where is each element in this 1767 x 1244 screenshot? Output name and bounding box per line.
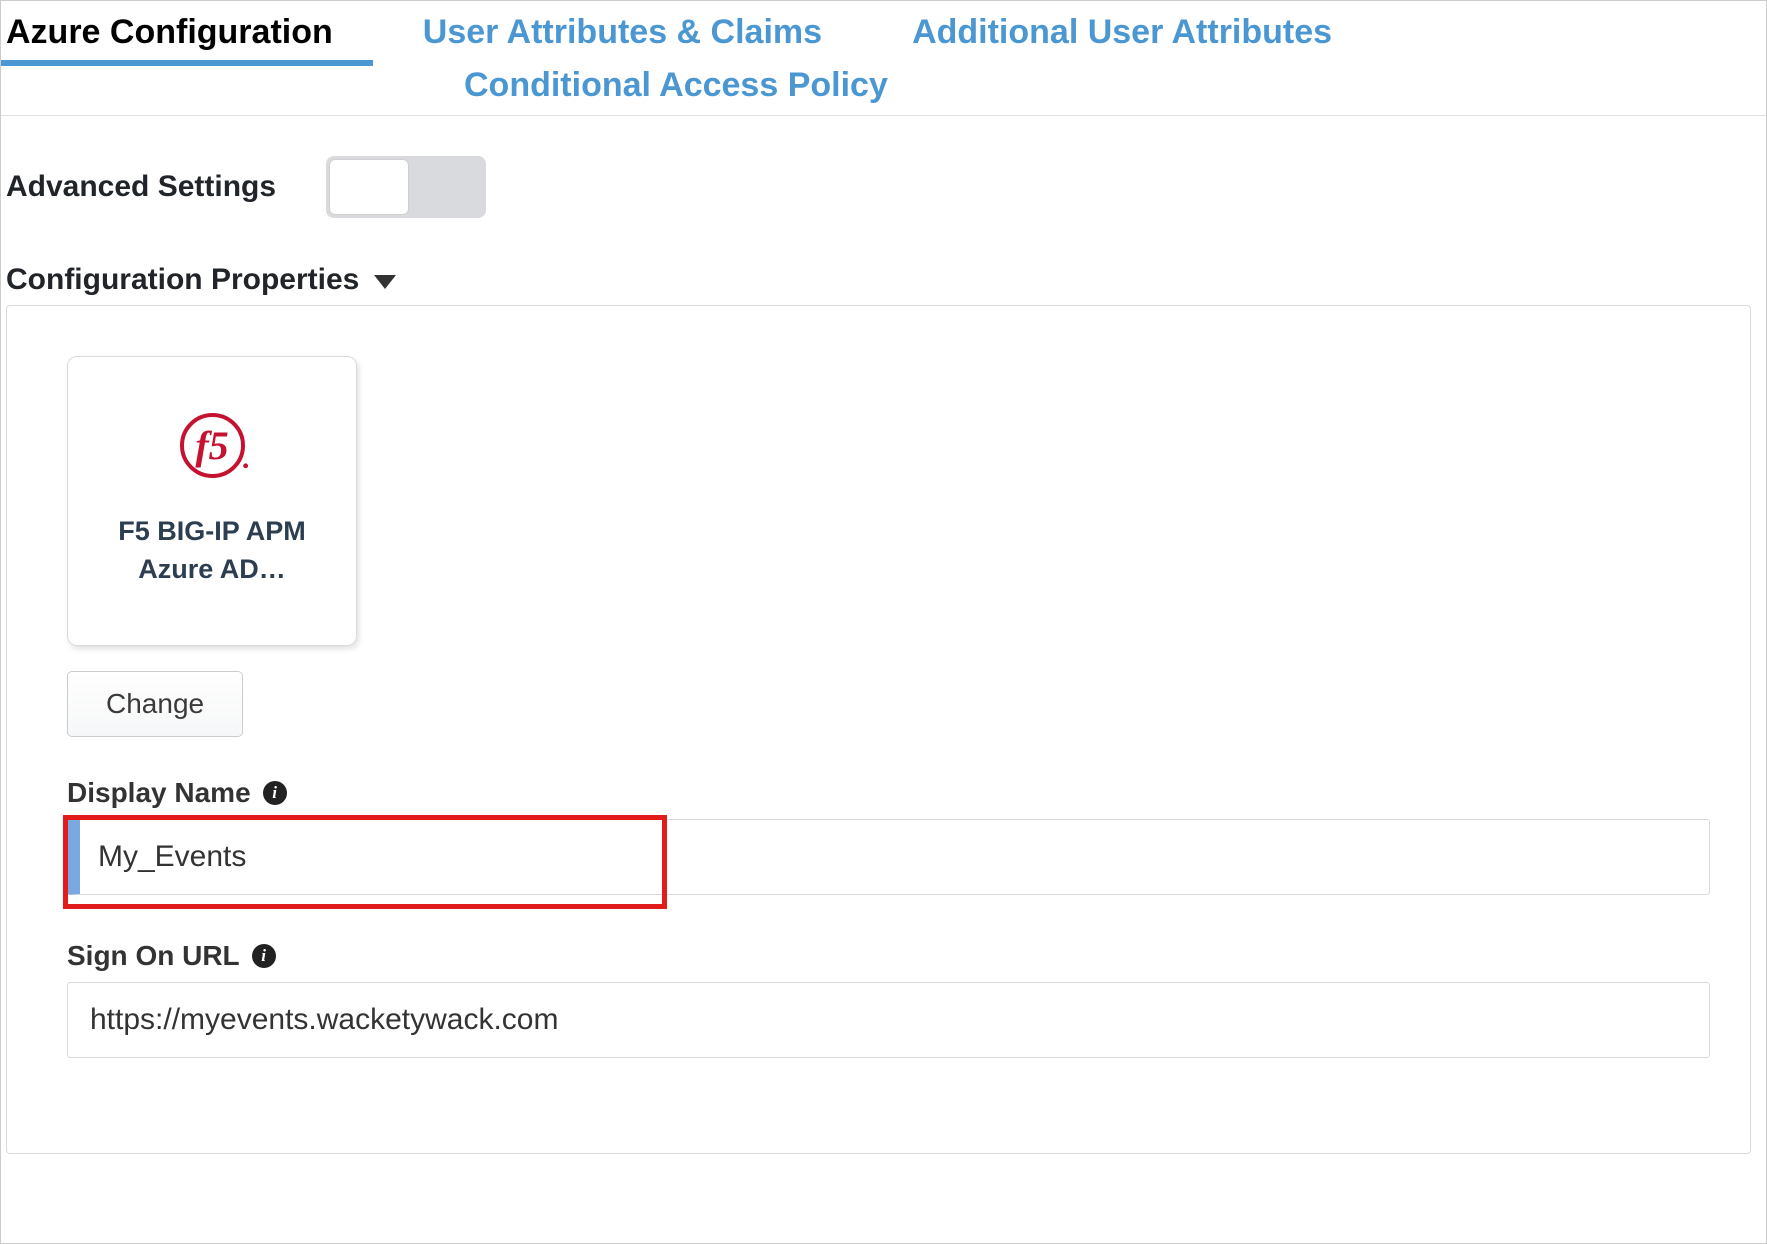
app-card-title: F5 BIG-IP APM Azure AD… — [118, 513, 306, 589]
info-icon[interactable]: i — [263, 781, 287, 805]
tab-user-attributes-claims[interactable]: User Attributes & Claims — [423, 1, 862, 66]
configuration-properties-header[interactable]: Configuration Properties — [6, 263, 1761, 297]
tab-bar: Azure Configuration User Attributes & Cl… — [1, 1, 1766, 116]
tab-azure-configuration[interactable]: Azure Configuration — [1, 1, 373, 66]
advanced-settings-toggle[interactable] — [326, 156, 486, 218]
advanced-settings-label: Advanced Settings — [6, 170, 276, 204]
tab-conditional-access-policy[interactable]: Conditional Access Policy — [459, 66, 928, 115]
sign-on-url-label: Sign On URL i — [67, 940, 1710, 972]
app-card[interactable]: f5 F5 BIG-IP APM Azure AD… — [67, 356, 357, 646]
caret-down-icon — [374, 275, 396, 289]
sign-on-url-input[interactable] — [67, 982, 1710, 1058]
section-title: Configuration Properties — [6, 263, 359, 297]
toggle-knob — [329, 159, 409, 215]
display-name-input[interactable] — [67, 819, 1710, 895]
info-icon[interactable]: i — [252, 944, 276, 968]
f5-logo-icon: f5 — [180, 413, 245, 478]
display-name-label: Display Name i — [67, 777, 1710, 809]
configuration-properties-panel: f5 F5 BIG-IP APM Azure AD… Change Displa… — [6, 305, 1751, 1154]
change-button[interactable]: Change — [67, 671, 243, 737]
tab-additional-user-attributes[interactable]: Additional User Attributes — [912, 1, 1372, 66]
